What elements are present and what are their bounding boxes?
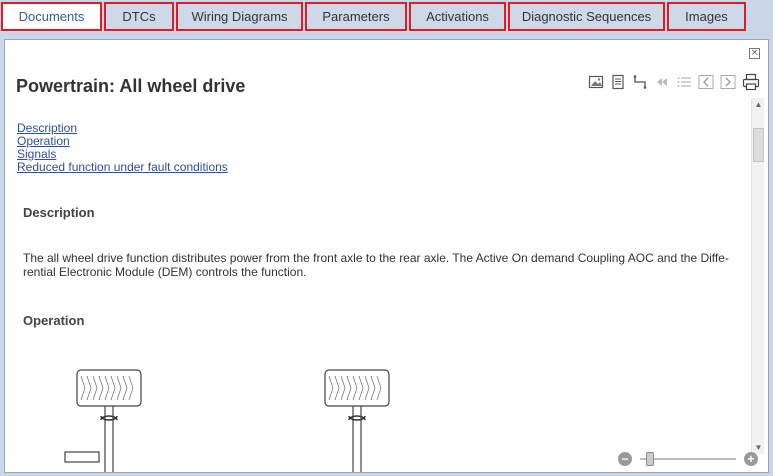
tab-images[interactable]: Images xyxy=(667,2,746,31)
first-page-icon[interactable] xyxy=(654,74,670,90)
document-panel: × Powertrain: All wheel drive Descriptio… xyxy=(4,39,769,473)
tab-wiring-diagrams[interactable]: Wiring Diagrams xyxy=(176,2,303,31)
description-line-2: rential Electronic Module (DEM) controls… xyxy=(23,265,307,279)
document-icon[interactable] xyxy=(610,74,626,90)
document-toolbar xyxy=(588,72,760,92)
scrollbar-thumb[interactable] xyxy=(753,128,764,162)
table-of-contents: Description Operation Signals Reduced fu… xyxy=(17,122,228,174)
wheel-left xyxy=(64,369,142,472)
tab-documents[interactable]: Documents xyxy=(1,2,102,31)
tab-bar: Documents DTCs Wiring Diagrams Parameter… xyxy=(0,0,773,34)
zoom-control: − + xyxy=(618,450,758,468)
zoom-track[interactable] xyxy=(640,458,736,460)
zoom-slider-thumb[interactable] xyxy=(646,452,654,466)
description-paragraph: The all wheel drive function distributes… xyxy=(23,251,735,279)
close-icon[interactable]: × xyxy=(749,48,760,59)
description-line-1: The all wheel drive function distributes… xyxy=(23,251,729,265)
zoom-in-button[interactable]: + xyxy=(744,452,758,466)
prev-icon[interactable] xyxy=(698,74,714,90)
zoom-out-button[interactable]: − xyxy=(618,452,632,466)
tab-dtcs[interactable]: DTCs xyxy=(104,2,174,31)
image-icon[interactable] xyxy=(588,74,604,90)
wheel-right xyxy=(324,369,390,472)
tab-activations[interactable]: Activations xyxy=(409,2,506,31)
toc-link-reduced-function[interactable]: Reduced function under fault conditions xyxy=(17,161,228,174)
tab-parameters[interactable]: Parameters xyxy=(305,2,407,31)
next-icon[interactable] xyxy=(720,74,736,90)
vertical-scrollbar[interactable]: ▲ ▼ xyxy=(751,98,764,454)
operation-diagram xyxy=(64,369,390,472)
connector-icon[interactable] xyxy=(632,74,648,90)
list-icon[interactable] xyxy=(676,74,692,90)
page-title: Powertrain: All wheel drive xyxy=(16,76,246,96)
print-icon[interactable] xyxy=(742,73,760,91)
scroll-up-icon[interactable]: ▲ xyxy=(752,98,765,111)
description-heading: Description xyxy=(23,205,95,220)
operation-heading: Operation xyxy=(23,313,85,328)
tab-diagnostic-sequences[interactable]: Diagnostic Sequences xyxy=(508,2,665,31)
